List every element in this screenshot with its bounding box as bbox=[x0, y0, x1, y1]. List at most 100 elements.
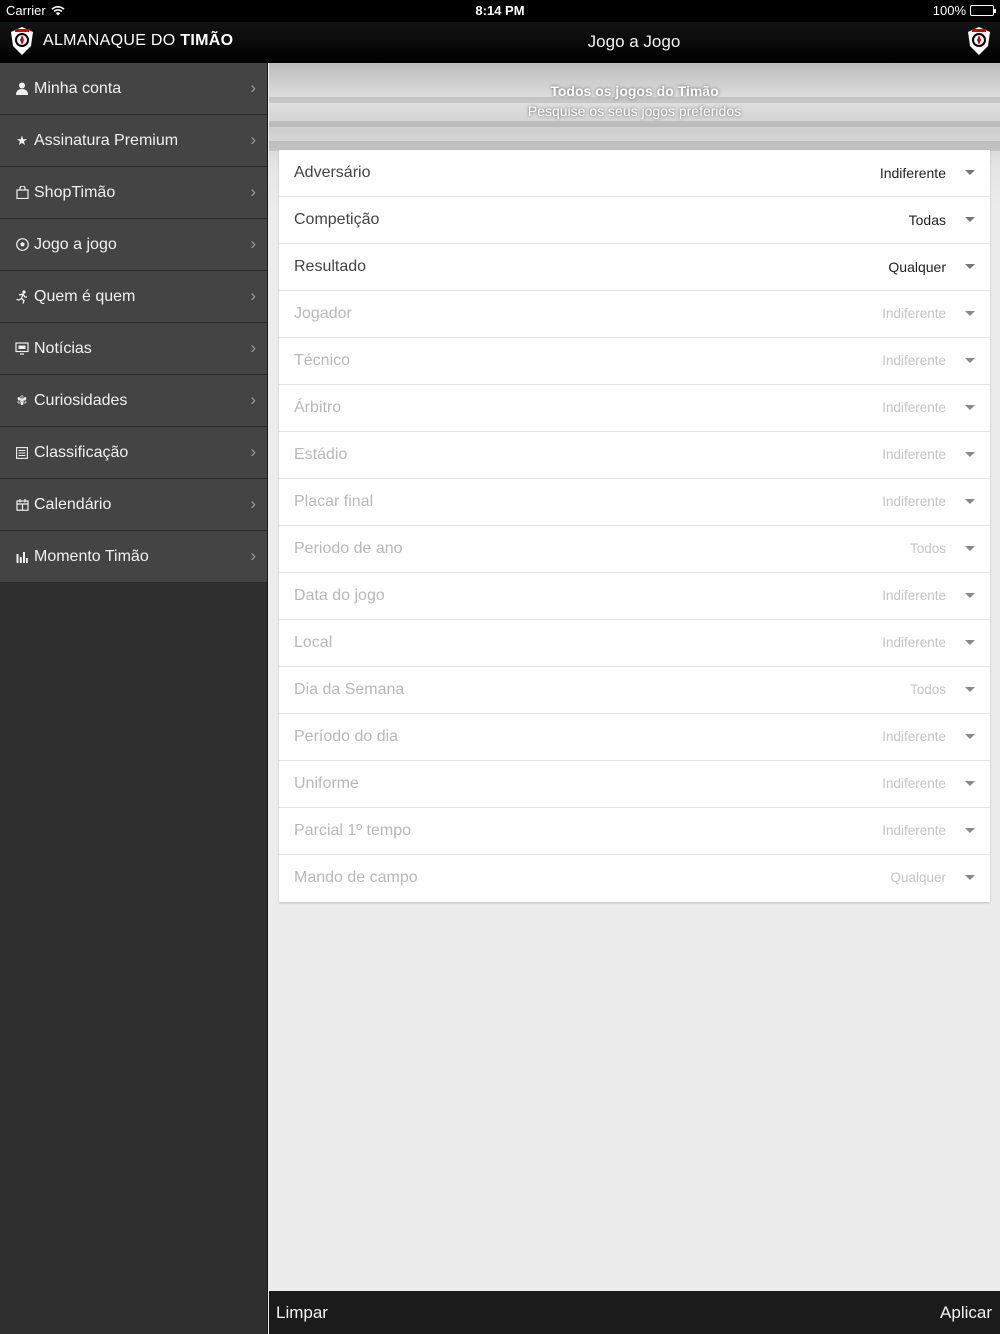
sidebar-item-label: Notícias bbox=[34, 339, 92, 357]
filter-label: Mando de campo bbox=[294, 869, 418, 886]
dropdown-caret-icon bbox=[965, 546, 975, 551]
filter-value: Indiferente bbox=[882, 447, 946, 462]
battery-info: 100% bbox=[933, 3, 996, 18]
filter-row[interactable]: Árbitro Indiferente bbox=[279, 385, 990, 432]
filter-value: Todos bbox=[909, 541, 946, 556]
sidebar-item-label: Quem é quem bbox=[34, 287, 136, 305]
dropdown-caret-icon bbox=[965, 828, 975, 833]
filter-label: Placar final bbox=[294, 493, 374, 510]
dropdown-caret-icon bbox=[965, 734, 975, 739]
sidebar-item-classificacao[interactable]: Classificação › bbox=[0, 427, 267, 479]
filter-row[interactable]: Adversário Indiferente bbox=[279, 150, 990, 197]
dropdown-caret-icon bbox=[965, 875, 975, 880]
filter-row[interactable]: Local Indiferente bbox=[279, 620, 990, 667]
sidebar-item-label: Momento Timão bbox=[34, 547, 149, 565]
chevron-right-icon: › bbox=[250, 182, 256, 201]
battery-icon bbox=[970, 5, 996, 16]
clear-button[interactable]: Limpar bbox=[276, 1303, 328, 1323]
sidebar-item-calendario[interactable]: Calendário › bbox=[0, 479, 267, 531]
filter-label: Período do dia bbox=[294, 728, 399, 745]
brand-name: ALMANAQUE DO TIMÃO bbox=[43, 32, 233, 50]
sidebar-item-jogo-a-jogo[interactable]: Jogo a jogo › bbox=[0, 219, 267, 271]
chevron-right-icon: › bbox=[250, 494, 256, 513]
chevron-right-icon: › bbox=[250, 546, 256, 565]
filter-label: Uniforme bbox=[294, 775, 359, 792]
filter-label: Data do jogo bbox=[294, 587, 385, 604]
flower-icon: ✾ bbox=[16, 392, 28, 408]
page-title: Jogo a Jogo bbox=[587, 32, 681, 51]
sidebar-item-quem-e-quem[interactable]: Quem é quem › bbox=[0, 271, 267, 323]
chevron-right-icon: › bbox=[250, 78, 256, 97]
filter-value: Todas bbox=[908, 212, 946, 228]
dropdown-caret-icon bbox=[965, 452, 975, 457]
chevron-right-icon: › bbox=[250, 286, 256, 305]
sidebar-item-shoptimao[interactable]: ShopTimão › bbox=[0, 167, 267, 219]
sidebar-item-label: Curiosidades bbox=[34, 391, 128, 409]
chevron-right-icon: › bbox=[250, 130, 256, 149]
star-icon: ★ bbox=[16, 132, 28, 148]
table-list-icon bbox=[15, 446, 29, 460]
sidebar-item-label: ShopTimão bbox=[34, 183, 116, 201]
dropdown-caret-icon bbox=[965, 687, 975, 692]
sidebar-item-minha-conta[interactable]: Minha conta › bbox=[0, 63, 267, 115]
brand-bold: TIMÃO bbox=[180, 32, 234, 49]
corinthians-crest-icon bbox=[9, 26, 35, 56]
filter-label: Árbitro bbox=[294, 399, 342, 416]
app-logo[interactable]: ALMANAQUE DO TIMÃO bbox=[9, 26, 233, 56]
sidebar-item-momento-timao[interactable]: Momento Timão › bbox=[0, 531, 267, 583]
dropdown-caret-icon bbox=[965, 499, 975, 504]
filter-row[interactable]: Técnico Indiferente bbox=[279, 338, 990, 385]
sidebar-item-label: Minha conta bbox=[34, 79, 122, 97]
status-bar: Carrier 8:14 PM 100% bbox=[0, 0, 1000, 22]
dropdown-caret-icon bbox=[965, 640, 975, 645]
person-icon bbox=[15, 82, 29, 96]
filter-value: Indiferente bbox=[882, 823, 946, 838]
sidebar-item-assinatura-premium[interactable]: ★ Assinatura Premium › bbox=[0, 115, 267, 167]
filter-label: Periodo de ano bbox=[294, 540, 403, 557]
filter-label: Adversário bbox=[294, 164, 371, 181]
running-player-icon bbox=[15, 289, 29, 304]
filter-value: Indiferente bbox=[882, 635, 946, 650]
filter-row[interactable]: Parcial 1º tempo Indiferente bbox=[279, 808, 990, 855]
banner-title: Todos os jogos do Timão bbox=[550, 83, 719, 99]
filter-row[interactable]: Uniforme Indiferente bbox=[279, 761, 990, 808]
filter-row[interactable]: Mando de campo Qualquer bbox=[279, 855, 990, 902]
sidebar-item-label: Jogo a jogo bbox=[34, 235, 117, 253]
dropdown-caret-icon bbox=[965, 358, 975, 363]
filter-value: Indiferente bbox=[882, 306, 946, 321]
sidebar-item-label: Classificação bbox=[34, 443, 129, 461]
dropdown-caret-icon bbox=[965, 781, 975, 786]
soccer-ball-icon bbox=[15, 238, 29, 252]
main-content: Todos os jogos do Timão Pesquise os seus… bbox=[269, 63, 1000, 1291]
filter-row[interactable]: Estádio Indiferente bbox=[279, 432, 990, 479]
bar-chart-icon bbox=[15, 550, 29, 564]
sidebar-item-curiosidades[interactable]: ✾ Curiosidades › bbox=[0, 375, 267, 427]
filter-row[interactable]: Jogador Indiferente bbox=[279, 291, 990, 338]
filter-value: Todos bbox=[909, 682, 946, 697]
sidebar-item-label: Calendário bbox=[34, 495, 112, 513]
filter-value: Indiferente bbox=[882, 400, 946, 415]
sidebar-item-noticias[interactable]: Notícias › bbox=[0, 323, 267, 375]
filter-label: Competição bbox=[294, 211, 380, 228]
dropdown-caret-icon bbox=[965, 405, 975, 410]
dropdown-caret-icon bbox=[965, 593, 975, 598]
filter-row[interactable]: Resultado Qualquer bbox=[279, 244, 990, 291]
filter-row[interactable]: Período do dia Indiferente bbox=[279, 714, 990, 761]
dropdown-caret-icon bbox=[965, 311, 975, 316]
filter-value: Indiferente bbox=[882, 776, 946, 791]
filter-value: Indiferente bbox=[879, 165, 946, 181]
filter-row[interactable]: Placar final Indiferente bbox=[279, 479, 990, 526]
filter-row[interactable]: Dia da Semana Todos bbox=[279, 667, 990, 714]
filter-value: Indiferente bbox=[882, 588, 946, 603]
filter-row[interactable]: Periodo de ano Todos bbox=[279, 526, 990, 573]
banner-subtitle: Pesquise os seus jogos preferidos bbox=[527, 103, 742, 119]
filter-label: Dia da Semana bbox=[294, 681, 405, 698]
filter-row[interactable]: Competição Todas bbox=[279, 197, 990, 244]
filter-label: Estádio bbox=[294, 446, 348, 463]
crest-right-icon[interactable] bbox=[966, 26, 992, 56]
filter-row[interactable]: Data do jogo Indiferente bbox=[279, 573, 990, 620]
filter-label: Técnico bbox=[294, 352, 351, 369]
filter-value: Indiferente bbox=[882, 494, 946, 509]
dropdown-caret-icon bbox=[965, 170, 975, 175]
apply-button[interactable]: Aplicar bbox=[940, 1303, 992, 1323]
